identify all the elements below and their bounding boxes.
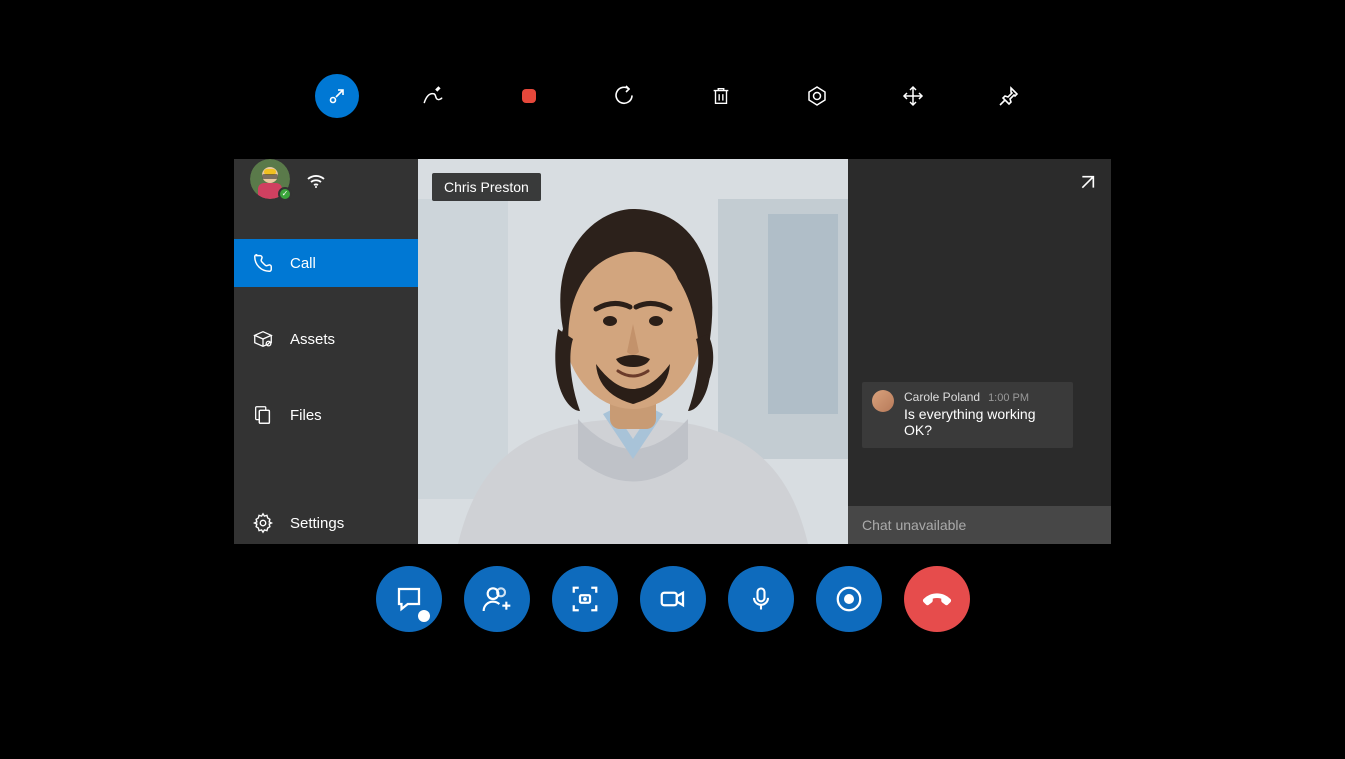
chat-message: Carole Poland 1:00 PM Is everything work… — [862, 382, 1073, 448]
ink-icon[interactable] — [411, 74, 455, 118]
files-icon — [252, 404, 274, 426]
sidebar-item-files[interactable]: Files — [234, 391, 418, 439]
chat-input-placeholder: Chat unavailable — [862, 517, 966, 533]
record-icon — [834, 584, 864, 614]
move-arrows-icon[interactable] — [891, 74, 935, 118]
chat-input[interactable]: Chat unavailable — [848, 506, 1111, 544]
assets-icon — [252, 328, 274, 350]
sidebar-item-assets[interactable]: Assets — [234, 315, 418, 363]
participant-name-badge: Chris Preston — [432, 173, 541, 201]
pin-icon[interactable] — [987, 74, 1031, 118]
camera-frame-icon — [570, 584, 600, 614]
nav-label: Settings — [290, 515, 344, 532]
wifi-icon — [304, 167, 328, 191]
add-participant-button[interactable] — [464, 566, 530, 632]
chat-unread-badge — [418, 610, 430, 622]
video-area: Chris Preston — [418, 159, 848, 544]
chat-sender-name: Carole Poland — [904, 390, 980, 404]
chat-pane: Carole Poland 1:00 PM Is everything work… — [848, 159, 1111, 544]
presence-indicator — [278, 187, 292, 201]
my-avatar[interactable] — [250, 159, 290, 199]
nav-label: Files — [290, 407, 322, 424]
record-square-icon[interactable] — [507, 74, 551, 118]
add-person-icon — [481, 583, 513, 615]
arrow-in-icon[interactable] — [315, 74, 359, 118]
chat-icon — [394, 584, 424, 614]
phone-icon — [252, 252, 274, 274]
trash-icon[interactable] — [699, 74, 743, 118]
mic-button[interactable] — [728, 566, 794, 632]
call-controls — [0, 566, 1345, 632]
remote-video-placeholder — [418, 159, 848, 544]
video-button[interactable] — [640, 566, 706, 632]
nav-label: Call — [290, 255, 316, 272]
hangup-button[interactable] — [904, 566, 970, 632]
annotation-toolbar — [0, 74, 1345, 118]
chat-time: 1:00 PM — [988, 392, 1029, 404]
record-button[interactable] — [816, 566, 882, 632]
sidebar-item-settings[interactable]: Settings — [234, 499, 418, 547]
settings-icon — [252, 512, 274, 534]
screenshot-button[interactable] — [552, 566, 618, 632]
chat-text: Is everything working OK? — [904, 406, 1063, 438]
focus-target-icon[interactable] — [795, 74, 839, 118]
hangup-icon — [920, 582, 954, 616]
sidebar-item-call[interactable]: Call — [234, 239, 418, 287]
chat-button[interactable] — [376, 566, 442, 632]
sidebar-header — [234, 159, 418, 199]
undo-icon[interactable] — [603, 74, 647, 118]
chat-sender-avatar — [872, 390, 894, 412]
sidebar: Call Assets Files — [234, 159, 418, 544]
video-icon — [658, 584, 688, 614]
app-panel: Call Assets Files — [234, 159, 1111, 544]
mic-icon — [747, 585, 775, 613]
nav-label: Assets — [290, 331, 335, 348]
